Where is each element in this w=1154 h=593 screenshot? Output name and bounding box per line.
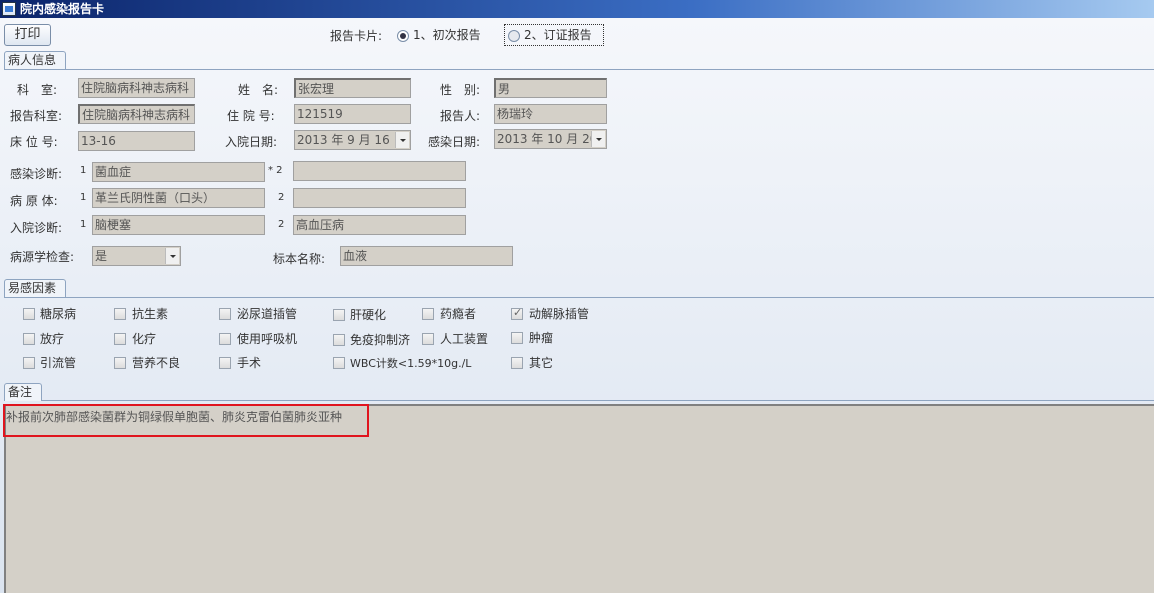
admit-date-picker[interactable]: 2013 年 9 月 16 日	[294, 130, 411, 150]
risk-checkbox-drainage-tube[interactable]	[23, 357, 35, 369]
infect-diag-1-field[interactable]: 菌血症	[92, 162, 265, 182]
risk-checkbox-diabetes[interactable]	[23, 308, 35, 320]
bed-label: 床 位 号:	[10, 135, 58, 149]
inpatient-no-field[interactable]: 121519	[294, 104, 411, 124]
specimen-label: 标本名称:	[273, 252, 326, 266]
infect-diag-2-field[interactable]	[293, 161, 466, 181]
specimen-field[interactable]: 血液	[340, 246, 513, 266]
risk-checkbox-tumor[interactable]	[511, 332, 523, 344]
pathogen-1-field[interactable]: 革兰氏阴性菌（口头）	[92, 188, 265, 208]
infect-date-label: 感染日期:	[428, 135, 481, 149]
risk-checkbox-antibiotic[interactable]	[114, 308, 126, 320]
infect-diag-1-index: 1	[80, 165, 87, 176]
pathogen-1-index: 1	[80, 192, 87, 203]
risk-label-diabetes[interactable]: 糖尿病	[40, 305, 76, 322]
risk-label-addict[interactable]: 药瘾者	[440, 305, 476, 322]
risk-label-other[interactable]: 其它	[529, 354, 553, 371]
risk-group-label: 易感因素	[4, 279, 66, 297]
risk-label-wbc[interactable]: WBC计数<1.59*10g./L	[350, 355, 471, 371]
admit-diag-1-index: 1	[80, 219, 87, 230]
app-icon	[2, 2, 16, 16]
risk-checkbox-malnutrition[interactable]	[114, 357, 126, 369]
patient-group-label: 病人信息	[4, 51, 66, 69]
reporter-label: 报告人:	[440, 109, 481, 123]
gender-field[interactable]: 男	[494, 78, 607, 98]
risk-checkbox-addict[interactable]	[422, 308, 434, 320]
inpatient-no-label: 住 院 号:	[227, 109, 275, 123]
radio-initial-report[interactable]	[397, 30, 409, 42]
risk-checkbox-cirrhosis[interactable]	[333, 309, 345, 321]
risk-group-line	[4, 297, 1154, 298]
risk-label-malnutrition[interactable]: 营养不良	[132, 354, 180, 371]
risk-checkbox-arterial-catheter[interactable]	[511, 306, 523, 320]
risk-label-artificial-device[interactable]: 人工装置	[440, 330, 488, 347]
risk-checkbox-wbc[interactable]	[333, 357, 345, 369]
risk-label-cirrhosis[interactable]: 肝硬化	[350, 306, 386, 323]
admit-date-value: 2013 年 9 月 16 日	[297, 133, 406, 147]
remark-group-line	[4, 400, 1154, 401]
name-field[interactable]: 张宏理	[294, 78, 411, 98]
risk-label-immunosuppressant[interactable]: 免疫抑制济	[350, 331, 410, 348]
risk-checkbox-radiotherapy[interactable]	[23, 333, 35, 345]
risk-label-ventilator[interactable]: 使用呼吸机	[237, 330, 297, 347]
infect-diag-label: 感染诊断:	[10, 167, 63, 181]
infect-date-value: 2013 年 10 月 20	[497, 132, 598, 146]
print-button[interactable]: 打印	[4, 24, 51, 46]
radio-initial-report-label[interactable]: 1、初次报告	[413, 26, 481, 43]
admit-diag-2-field[interactable]: 高血压病	[293, 215, 466, 235]
risk-label-arterial-catheter[interactable]: 动解脉插管	[529, 305, 589, 322]
risk-checkbox-immunosuppressant[interactable]	[333, 334, 345, 346]
pathogen-2-field[interactable]	[293, 188, 466, 208]
title-bar: 院内感染报告卡	[0, 0, 1154, 18]
admit-diag-2-index: 2	[278, 219, 285, 230]
report-dept-field[interactable]: 住院脑病科神志病科	[78, 104, 195, 124]
risk-checkbox-chemotherapy[interactable]	[114, 333, 126, 345]
radio-correction-report[interactable]	[508, 30, 520, 42]
name-label: 姓 名:	[238, 83, 279, 97]
gender-label: 性 别:	[440, 83, 481, 97]
admit-diag-1-field[interactable]: 脑梗塞	[92, 215, 265, 235]
remark-group-label: 备注	[4, 383, 42, 401]
admit-diag-label: 入院诊断:	[10, 221, 63, 235]
pathogen-2-index: 2	[278, 192, 285, 203]
reporter-field[interactable]: 杨瑞玲	[494, 104, 607, 124]
risk-label-surgery[interactable]: 手术	[237, 354, 261, 371]
risk-label-radiotherapy[interactable]: 放疗	[40, 330, 64, 347]
dept-field[interactable]: 住院脑病科神志病科	[78, 78, 195, 98]
window-title: 院内感染报告卡	[20, 2, 105, 16]
admit-date-label: 入院日期:	[225, 135, 278, 149]
risk-label-chemotherapy[interactable]: 化疗	[132, 330, 156, 347]
radio-correction-report-label[interactable]: 2、订证报告	[524, 26, 592, 43]
risk-label-tumor[interactable]: 肿瘤	[529, 329, 553, 346]
bed-field[interactable]: 13-16	[78, 131, 195, 151]
remark-highlight-box	[3, 404, 369, 437]
admit-date-dropdown-icon[interactable]	[395, 132, 409, 148]
etiology-label: 病源学检查:	[10, 250, 75, 264]
report-card-label: 报告卡片:	[330, 29, 383, 43]
risk-checkbox-surgery[interactable]	[219, 357, 231, 369]
infect-diag-2-index: * 2	[268, 165, 283, 176]
pathogen-label: 病 原 体:	[10, 194, 58, 208]
risk-label-drainage-tube[interactable]: 引流管	[40, 354, 76, 371]
risk-checkbox-ventilator[interactable]	[219, 333, 231, 345]
report-dept-label: 报告科室:	[10, 109, 63, 123]
etiology-dropdown-icon[interactable]	[165, 248, 179, 264]
risk-checkbox-other[interactable]	[511, 357, 523, 369]
dept-label: 科 室:	[17, 83, 58, 97]
patient-group-line	[4, 69, 1154, 70]
risk-checkbox-artificial-device[interactable]	[422, 333, 434, 345]
risk-label-urinary-catheter[interactable]: 泌尿道插管	[237, 305, 297, 322]
etiology-value: 是	[95, 249, 108, 263]
infect-date-picker[interactable]: 2013 年 10 月 20	[494, 129, 607, 149]
etiology-select[interactable]: 是	[92, 246, 181, 266]
risk-label-antibiotic[interactable]: 抗生素	[132, 305, 168, 322]
risk-checkbox-urinary-catheter[interactable]	[219, 308, 231, 320]
infect-date-dropdown-icon[interactable]	[591, 131, 605, 147]
